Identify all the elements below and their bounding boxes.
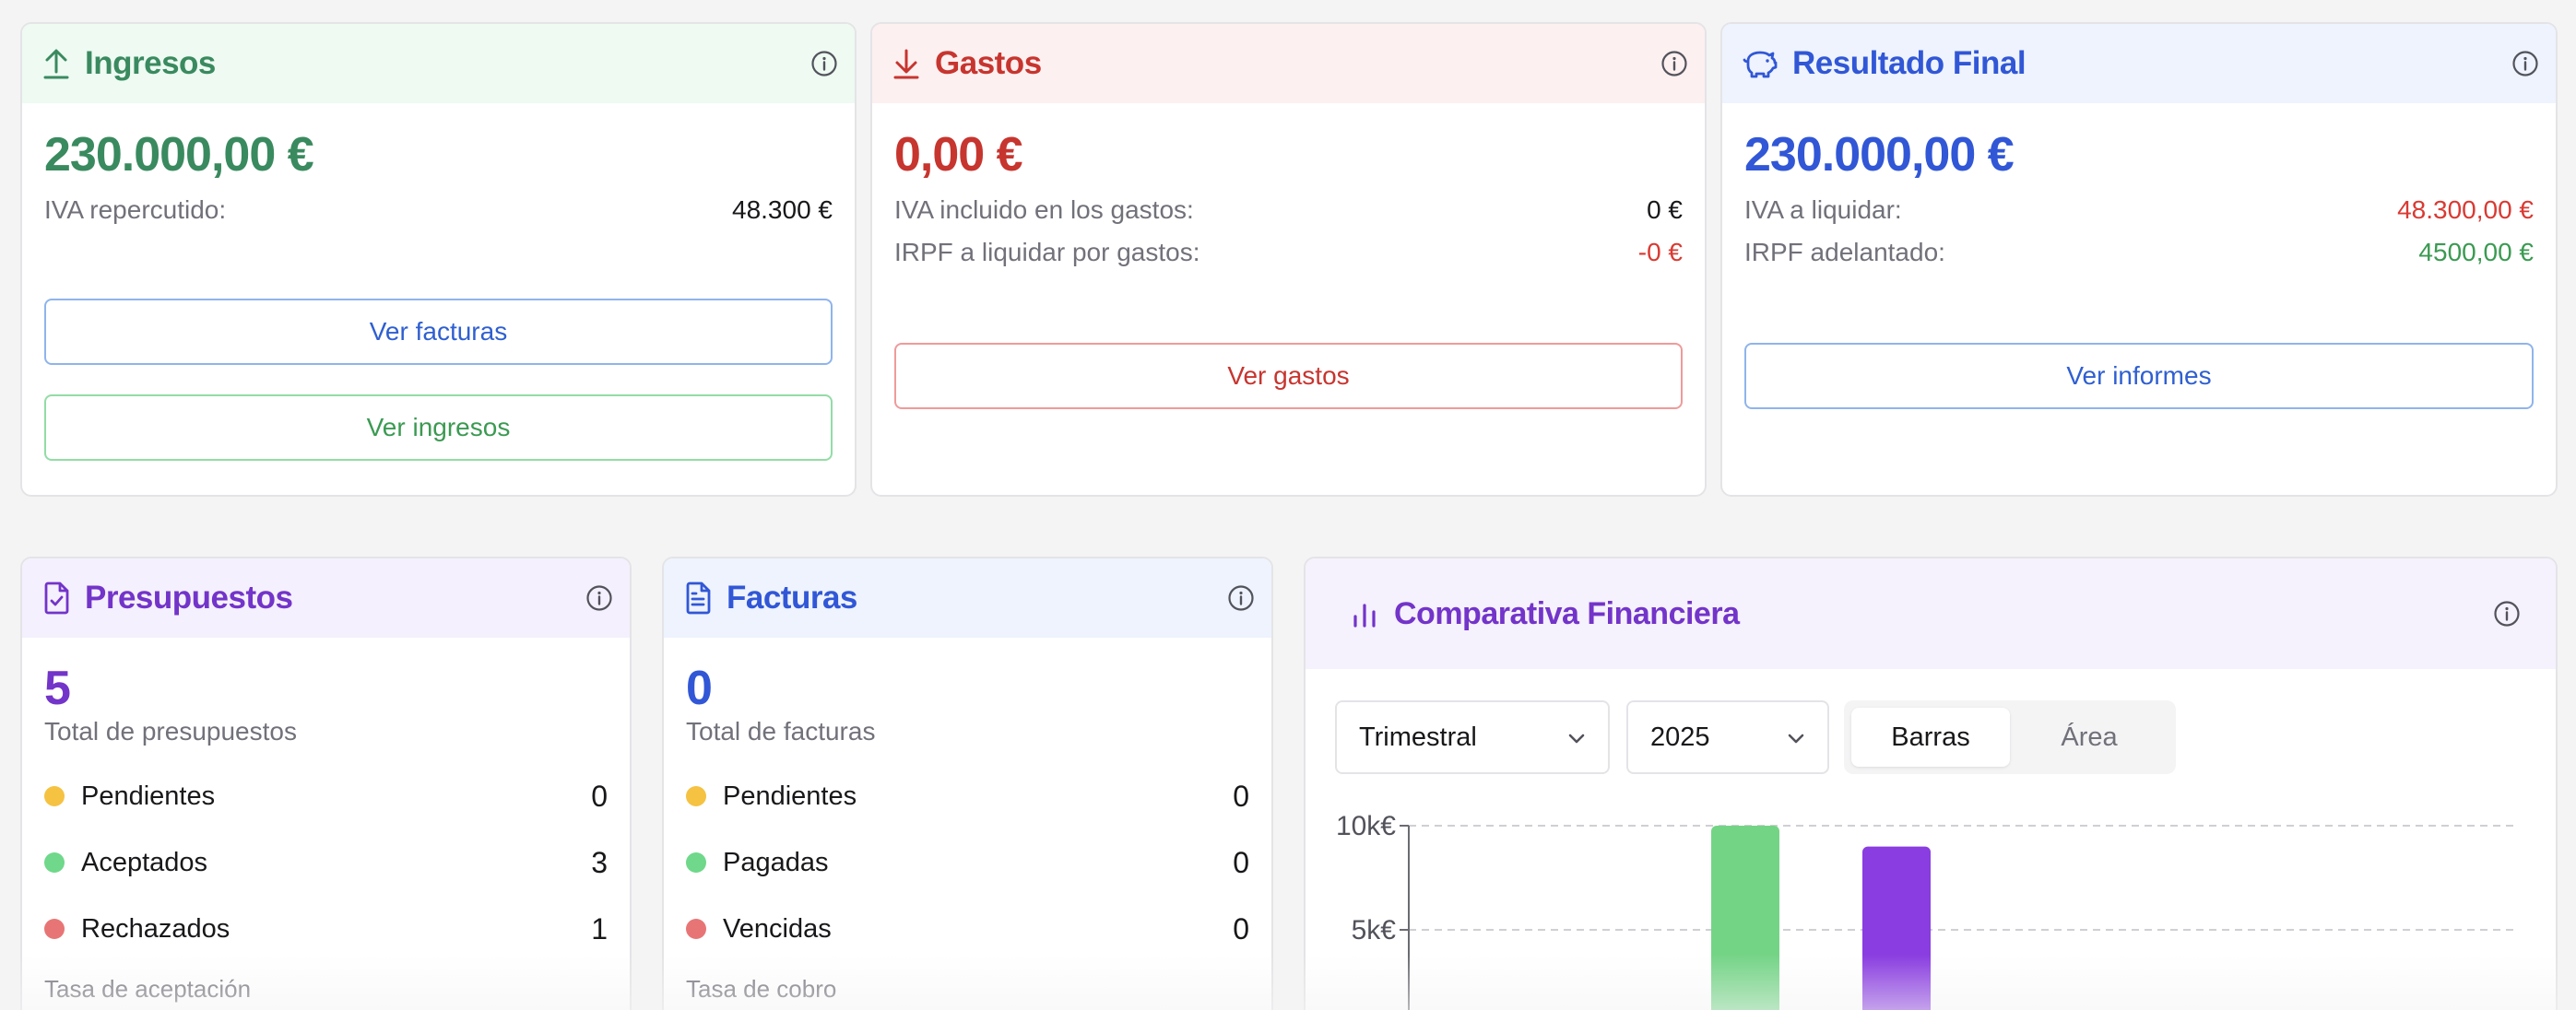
irpf-gastos-label: IRPF a liquidar por gastos: [894,238,1200,266]
list-item: Pendientes 0 [44,763,608,829]
toggle-area-button[interactable]: Área [2010,708,2168,767]
irpf-gastos-value: -0 € [1637,238,1683,266]
facturas-header: Facturas [664,558,1271,638]
list-item: Vencidas 0 [686,896,1249,962]
list-item: Pagadas 0 [686,829,1249,896]
chevron-down-icon [1568,734,1585,744]
iva-gastos-value: 0 € [1647,195,1683,224]
status-count: 3 [591,845,608,879]
toggle-bars-button[interactable]: Barras [1851,708,2010,767]
presupuestos-title: Presupuestos [85,580,293,616]
ver-ingresos-button[interactable]: Ver ingresos [44,394,833,461]
status-label: Pendientes [723,781,857,811]
status-dot [686,852,706,873]
status-count: 0 [591,779,608,813]
resultado-title: Resultado Final [1792,45,2027,81]
file-check-icon [44,581,69,615]
comparativa-card: Comparativa Financiera Trimestral 2025 B… [1304,557,2558,1010]
facturas-card: Facturas 0 Total de facturas Pendientes … [662,557,1273,1010]
ver-gastos-button[interactable]: Ver gastos [894,343,1683,409]
facturas-subtitle: Total de facturas [686,717,876,746]
bar-chart-icon [1353,604,1376,628]
resultado-header: Resultado Final [1722,24,2556,103]
financial-chart: 10k€ 5k€ [1336,811,2513,1010]
status-dot [44,852,65,873]
iva-repercutido-label: IVA repercutido: [44,195,227,224]
presupuestos-card: Presupuestos 5 Total de presupuestos Pen… [20,557,632,1010]
list-item: Aceptados 3 [44,829,608,896]
iva-repercutido-value: 48.300 € [732,195,833,224]
facturas-title: Facturas [727,580,857,616]
status-label: Aceptados [81,847,208,877]
irpf-adelantado-value: 4500,00 € [2418,238,2534,266]
ingresos-title: Ingresos [85,45,216,81]
irpf-adelantado-label: IRPF adelantado: [1744,238,1945,266]
year-select[interactable]: 2025 [1626,700,1829,774]
status-count: 1 [591,911,608,945]
gastos-title: Gastos [935,45,1042,81]
y-tick-label: 5k€ [1352,915,1397,945]
status-count: 0 [1233,845,1249,879]
chevron-down-icon [1788,734,1804,744]
iva-liquidar-value: 48.300,00 € [2397,195,2534,224]
presupuestos-subtitle: Total de presupuestos [44,717,297,746]
status-dot [44,919,65,939]
info-icon[interactable] [585,584,613,612]
gastos-header: Gastos [872,24,1705,103]
status-label: Pendientes [81,781,216,811]
iva-gastos-label: IVA incluido en los gastos: [894,195,1194,224]
gastos-card: Gastos 0,00 € IVA incluido en los gastos… [870,22,1707,497]
chart-bar [1862,846,1931,1010]
status-count: 0 [1233,779,1249,813]
status-dot [44,786,65,806]
file-text-icon [686,581,711,615]
gastos-amount: 0,00 € [894,128,1023,182]
download-icon [893,49,919,79]
tasa-aceptacion-label: Tasa de aceptación [44,975,252,1003]
ingresos-header: Ingresos [22,24,855,103]
facturas-count: 0 [686,662,713,715]
status-label: Vencidas [723,913,832,944]
piggy-bank-icon [1743,51,1778,78]
resultado-amount: 230.000,00 € [1744,128,2015,182]
resultado-card: Resultado Final 230.000,00 € IVA a liqui… [1720,22,2558,497]
presupuestos-header: Presupuestos [22,558,630,638]
comparativa-title: Comparativa Financiera [1394,595,1740,631]
status-dot [686,919,706,939]
ver-facturas-button[interactable]: Ver facturas [44,299,833,365]
status-count: 0 [1233,911,1249,945]
iva-liquidar-label: IVA a liquidar: [1744,195,1902,224]
status-label: Rechazados [81,913,230,944]
info-icon[interactable] [1227,584,1255,612]
info-icon[interactable] [810,50,838,77]
chart-bar [1711,826,1779,1010]
status-label: Pagadas [723,847,829,877]
presupuestos-count: 5 [44,662,71,715]
ingresos-amount: 230.000,00 € [44,128,314,182]
ver-informes-button[interactable]: Ver informes [1744,343,2534,409]
status-dot [686,786,706,806]
ingresos-card: Ingresos 230.000,00 € IVA repercutido: 4… [20,22,857,497]
upload-icon [43,49,69,79]
y-tick-label: 10k€ [1336,811,1396,841]
info-icon[interactable] [1660,50,1688,77]
info-icon[interactable] [2511,50,2539,77]
period-select-value: Trimestral [1359,722,1477,752]
chart-type-toggle: Barras Área [1844,700,2176,774]
tasa-cobro-label: Tasa de cobro [686,975,837,1003]
info-icon[interactable] [2493,600,2521,628]
year-select-value: 2025 [1650,722,1710,752]
list-item: Rechazados 1 [44,896,608,962]
period-select[interactable]: Trimestral [1335,700,1610,774]
list-item: Pendientes 0 [686,763,1249,829]
comparativa-header: Comparativa Financiera [1306,558,2556,669]
